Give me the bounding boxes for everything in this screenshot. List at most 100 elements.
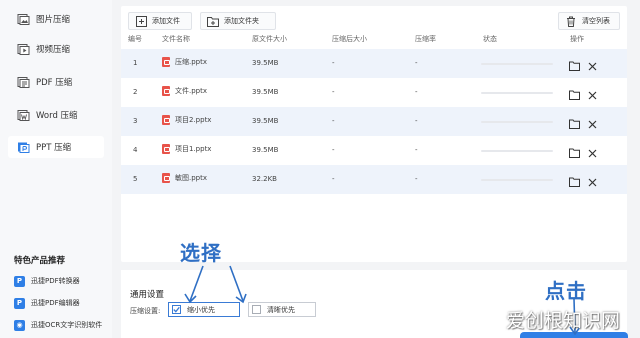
open-folder-icon[interactable]: [567, 146, 581, 160]
add-file-label: 添加文件: [152, 17, 180, 25]
sidebar-item-video[interactable]: 视频压缩: [8, 38, 104, 60]
row-orig-size: 39.5MB: [252, 146, 279, 154]
add-folder-label: 添加文件夹: [224, 17, 259, 25]
status-progress: [481, 150, 553, 152]
sidebar: 图片压缩 视频压缩 PDF 压缩 Word 压缩 PPT 压缩 特色产品推荐 P…: [0, 0, 112, 338]
image-icon: [16, 12, 30, 26]
delete-icon[interactable]: [585, 117, 599, 131]
clear-list-button[interactable]: 清空列表: [558, 12, 620, 30]
delete-icon[interactable]: [585, 59, 599, 73]
col-name: 文件名称: [162, 35, 190, 43]
row-index: 5: [133, 175, 138, 183]
sidebar-item-label: 视频压缩: [36, 45, 71, 55]
filename-text: 项目1.pptx: [175, 145, 212, 153]
add-file-button[interactable]: 添加文件: [128, 12, 192, 30]
row-filename: 项目1.pptx: [162, 144, 211, 154]
delete-icon[interactable]: [585, 146, 599, 160]
open-folder-icon[interactable]: [567, 117, 581, 131]
add-file-icon: [135, 15, 147, 27]
col-ratio: 压缩率: [415, 35, 436, 43]
word-icon: [16, 108, 30, 122]
table-row[interactable]: 2 文件.pptx 39.5MB - -: [121, 78, 627, 107]
sidebar-item-word[interactable]: Word 压缩: [8, 104, 104, 126]
open-folder-icon[interactable]: [567, 88, 581, 102]
row-orig-size: 39.5MB: [252, 117, 279, 125]
row-orig-size: 39.5MB: [252, 88, 279, 96]
open-folder-icon[interactable]: [567, 59, 581, 73]
option-size-priority[interactable]: 缩小优先: [168, 302, 240, 317]
add-folder-button[interactable]: 添加文件夹: [200, 12, 276, 30]
compression-setting-label: 压缩设置:: [130, 307, 161, 315]
sidebar-item-ppt[interactable]: PPT 压缩: [8, 136, 104, 158]
sidebar-item-label: 图片压缩: [36, 15, 71, 25]
row-new-size: -: [332, 175, 335, 183]
pptx-file-icon: [162, 173, 170, 183]
file-list-panel: 添加文件 添加文件夹 清空列表 编号 文件名称 原文件大小 压缩后大小 压缩率 …: [121, 6, 627, 262]
option-label: 缩小优先: [187, 305, 215, 314]
watermark-text: 爱创根知识网: [506, 310, 621, 332]
promo-pdf-editor[interactable]: P 迅捷PDF编辑器: [14, 296, 80, 310]
option-clarity-priority[interactable]: 清晰优先: [248, 302, 316, 317]
pdf-converter-icon: P: [14, 275, 25, 287]
col-status: 状态: [483, 35, 497, 43]
row-filename: 压缩.pptx: [162, 57, 207, 67]
recommend-title: 特色产品推荐: [14, 256, 66, 266]
table-row[interactable]: 5 敏图.pptx 32.2KB - -: [121, 165, 627, 194]
row-index: 3: [133, 117, 138, 125]
promo-ocr[interactable]: ◉ 迅捷OCR文字识别软件: [14, 318, 102, 332]
row-orig-size: 39.5MB: [252, 59, 279, 67]
col-ops: 操作: [570, 35, 584, 43]
row-index: 2: [133, 88, 138, 96]
delete-icon[interactable]: [585, 175, 599, 189]
table-row[interactable]: 1 压缩.pptx 39.5MB - -: [121, 49, 627, 78]
sidebar-item-label: PDF 压缩: [36, 78, 73, 88]
pdf-editor-icon: P: [14, 297, 25, 309]
promo-pdf-converter[interactable]: P 迅捷PDF转换器: [14, 274, 80, 288]
settings-title: 通用设置: [130, 290, 165, 300]
promo-label: 迅捷PDF转换器: [31, 277, 80, 285]
annotation-select: 选择: [180, 241, 222, 265]
row-new-size: -: [332, 88, 335, 96]
row-new-size: -: [332, 59, 335, 67]
sidebar-item-image[interactable]: 图片压缩: [8, 8, 104, 30]
annotation-click: 点击: [545, 279, 587, 303]
row-new-size: -: [332, 117, 335, 125]
row-index: 1: [133, 59, 138, 67]
filename-text: 文件.pptx: [175, 87, 207, 95]
clear-list-label: 清空列表: [582, 17, 610, 25]
status-progress: [481, 92, 553, 94]
status-progress: [481, 63, 553, 65]
filename-text: 压缩.pptx: [175, 58, 207, 66]
open-folder-icon[interactable]: [567, 175, 581, 189]
pptx-file-icon: [162, 115, 170, 125]
sidebar-item-label: PPT 压缩: [36, 143, 72, 153]
promo-label: 迅捷PDF编辑器: [31, 299, 80, 307]
table-row[interactable]: 4 项目1.pptx 39.5MB - -: [121, 136, 627, 165]
option-label: 清晰优先: [267, 305, 295, 314]
col-index: 编号: [128, 35, 142, 43]
ppt-icon: [16, 140, 30, 154]
filename-text: 敏图.pptx: [175, 174, 207, 182]
pdf-icon: [16, 75, 30, 89]
delete-icon[interactable]: [585, 88, 599, 102]
sidebar-item-label: Word 压缩: [36, 111, 78, 121]
col-new-size: 压缩后大小: [332, 35, 367, 43]
row-filename: 敏图.pptx: [162, 173, 207, 183]
checkbox-checked-icon[interactable]: [172, 305, 181, 314]
filename-text: 项目2.pptx: [175, 116, 212, 124]
checkbox-unchecked-icon[interactable]: [252, 305, 261, 314]
ocr-icon: ◉: [14, 319, 25, 331]
row-ratio: -: [415, 146, 418, 154]
col-orig-size: 原文件大小: [252, 35, 287, 43]
pptx-file-icon: [162, 144, 170, 154]
row-ratio: -: [415, 59, 418, 67]
row-index: 4: [133, 146, 138, 154]
row-filename: 项目2.pptx: [162, 115, 211, 125]
sidebar-item-pdf[interactable]: PDF 压缩: [8, 71, 104, 93]
row-filename: 文件.pptx: [162, 86, 207, 96]
video-icon: [16, 42, 30, 56]
pptx-file-icon: [162, 86, 170, 96]
table-row[interactable]: 3 项目2.pptx 39.5MB - -: [121, 107, 627, 136]
trash-icon: [565, 15, 577, 27]
row-ratio: -: [415, 175, 418, 183]
